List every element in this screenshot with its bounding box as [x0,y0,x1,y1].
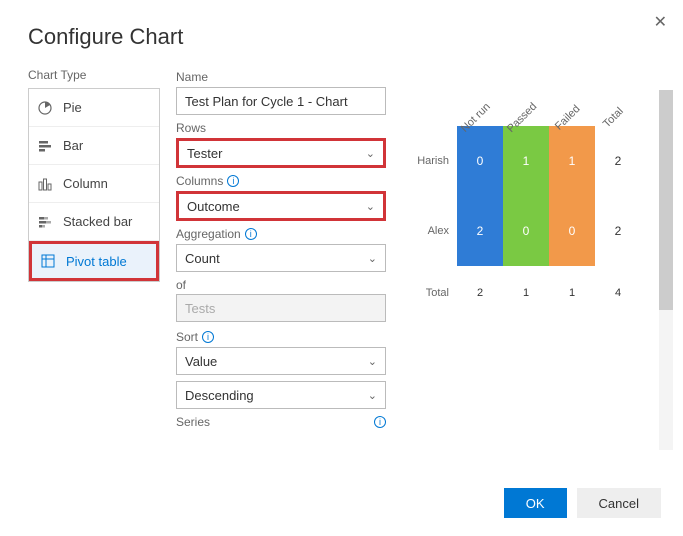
col-header-total: Total [595,76,641,126]
columns-select[interactable]: Outcome ⌄ [176,191,386,221]
chart-type-column-label: Column [63,176,108,191]
scrollbar-thumb[interactable] [659,90,673,310]
ok-button[interactable]: OK [504,488,567,518]
pivot-cell: 2 [457,196,503,266]
sort-direction-value: Descending [185,388,254,403]
info-icon[interactable]: i [202,331,214,343]
config-panel: Name Test Plan for Cycle 1 - Chart Rows … [176,68,401,442]
pivot-cell: 1 [503,126,549,196]
col-header-failed: Failed [549,76,595,126]
cancel-button[interactable]: Cancel [577,488,661,518]
pivot-cell: 0 [549,196,595,266]
chart-preview: Not run Passed Failed Total Harish 0 1 1… [401,68,683,442]
sort-field-select[interactable]: Value ⌄ [176,347,386,375]
pivot-total-cell: 1 [503,266,549,320]
chart-type-bar[interactable]: Bar [29,127,159,165]
chart-type-column[interactable]: Column [29,165,159,203]
chart-type-pivot-table[interactable]: Pivot table [29,241,159,281]
info-icon[interactable]: i [227,175,239,187]
chart-type-bar-label: Bar [63,138,83,153]
pivot-cell: 1 [549,126,595,196]
row-label: Alex [401,196,457,266]
chart-type-pivot-label: Pivot table [66,254,127,269]
col-header-passed: Passed [503,76,549,126]
pivot-table-icon [40,253,56,269]
rows-select[interactable]: Tester ⌄ [176,138,386,168]
pivot-total-cell: 2 [457,266,503,320]
pivot-total-cell: 4 [595,266,641,320]
chart-type-stacked-label: Stacked bar [63,214,132,229]
aggregation-label: Aggregation i [176,227,401,241]
chart-type-pie[interactable]: Pie [29,89,159,127]
sort-direction-select[interactable]: Descending ⌄ [176,381,386,409]
configure-chart-dialog: ✕ Configure Chart Chart Type Pie Bar Col… [0,0,683,536]
rows-label: Rows [176,121,401,135]
chart-type-stacked-bar[interactable]: Stacked bar [29,203,159,241]
stacked-bar-icon [37,214,53,230]
scrollbar[interactable] [659,90,673,450]
pivot-table-preview: Not run Passed Failed Total Harish 0 1 1… [401,76,683,320]
chevron-down-icon: ⌄ [368,389,377,402]
info-icon[interactable]: i [374,416,386,428]
row-label: Harish [401,126,457,196]
chevron-down-icon: ⌄ [368,355,377,368]
of-label: of [176,278,401,292]
chevron-down-icon: ⌄ [366,147,375,160]
row-label-total: Total [401,266,457,320]
pivot-cell-total: 2 [595,196,641,266]
name-label: Name [176,70,401,84]
aggregation-select[interactable]: Count ⌄ [176,244,386,272]
chart-type-list: Pie Bar Column Stacked bar Pivot table [28,88,160,282]
name-input[interactable]: Test Plan for Cycle 1 - Chart [176,87,386,115]
series-label: Series i [176,415,386,429]
sort-field-value: Value [185,354,217,369]
pivot-cell-total: 2 [595,126,641,196]
rows-value: Tester [187,146,222,161]
aggregation-value: Count [185,251,220,266]
pivot-total-cell: 1 [549,266,595,320]
dialog-title: Configure Chart [0,0,683,68]
dialog-footer: OK Cancel [504,488,661,518]
info-icon[interactable]: i [245,228,257,240]
column-icon [37,176,53,192]
pivot-cell: 0 [503,196,549,266]
close-button[interactable]: ✕ [654,12,667,32]
chart-type-pie-label: Pie [63,100,82,115]
chart-type-label: Chart Type [28,68,168,82]
pie-icon [37,100,53,116]
bar-icon [37,138,53,154]
chevron-down-icon: ⌄ [366,200,375,213]
chart-type-panel: Chart Type Pie Bar Column Stacked bar [28,68,168,442]
sort-label: Sort i [176,330,401,344]
columns-value: Outcome [187,199,240,214]
col-header-notrun: Not run [457,76,503,126]
columns-label: Columns i [176,174,401,188]
of-input: Tests [176,294,386,322]
chevron-down-icon: ⌄ [368,252,377,265]
pivot-cell: 0 [457,126,503,196]
